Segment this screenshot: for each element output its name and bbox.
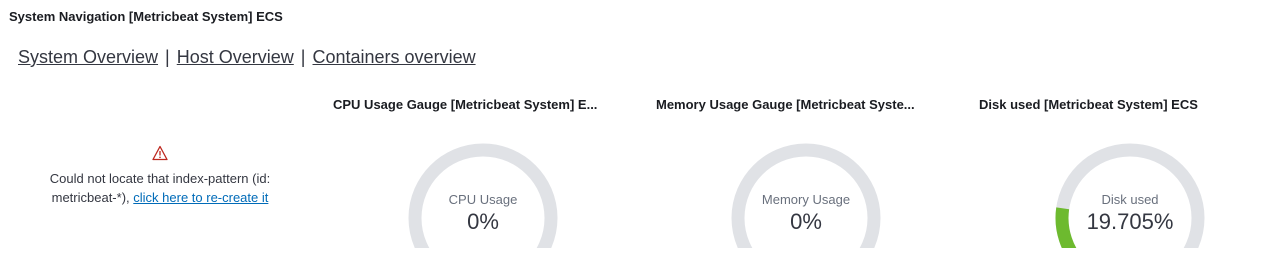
warning-icon <box>30 145 290 165</box>
memory-gauge-value: 0% <box>790 209 822 234</box>
link-host-overview[interactable]: Host Overview <box>177 47 294 67</box>
disk-gauge-title: Disk used [Metricbeat System] ECS <box>979 97 1198 112</box>
memory-gauge-title: Memory Usage Gauge [Metricbeat Syste... <box>656 97 915 112</box>
nav-separator: | <box>165 47 170 67</box>
nav-separator: | <box>300 47 306 67</box>
nav-links: System Overview | Host Overview | Contai… <box>18 47 476 68</box>
disk-gauge: Disk used 19.705% <box>1050 138 1210 266</box>
memory-gauge-label: Memory Usage <box>761 192 851 207</box>
nav-panel-title: System Navigation [Metricbeat System] EC… <box>9 9 283 24</box>
disk-gauge-label: Disk used <box>1101 192 1159 207</box>
link-system-overview[interactable]: System Overview <box>18 47 158 67</box>
cpu-gauge-label: CPU Usage <box>448 192 518 207</box>
memory-gauge: Memory Usage 0% <box>726 138 886 266</box>
cpu-gauge: CPU Usage 0% <box>403 138 563 266</box>
cpu-gauge-value: 0% <box>467 209 499 234</box>
index-pattern-error: Could not locate that index-pattern (id:… <box>30 145 290 207</box>
disk-gauge-value: 19.705% <box>1086 209 1174 234</box>
link-containers-overview[interactable]: Containers overview <box>313 47 476 67</box>
cpu-gauge-title: CPU Usage Gauge [Metricbeat System] E... <box>333 97 598 112</box>
recreate-index-pattern-link[interactable]: click here to re-create it <box>133 190 268 205</box>
